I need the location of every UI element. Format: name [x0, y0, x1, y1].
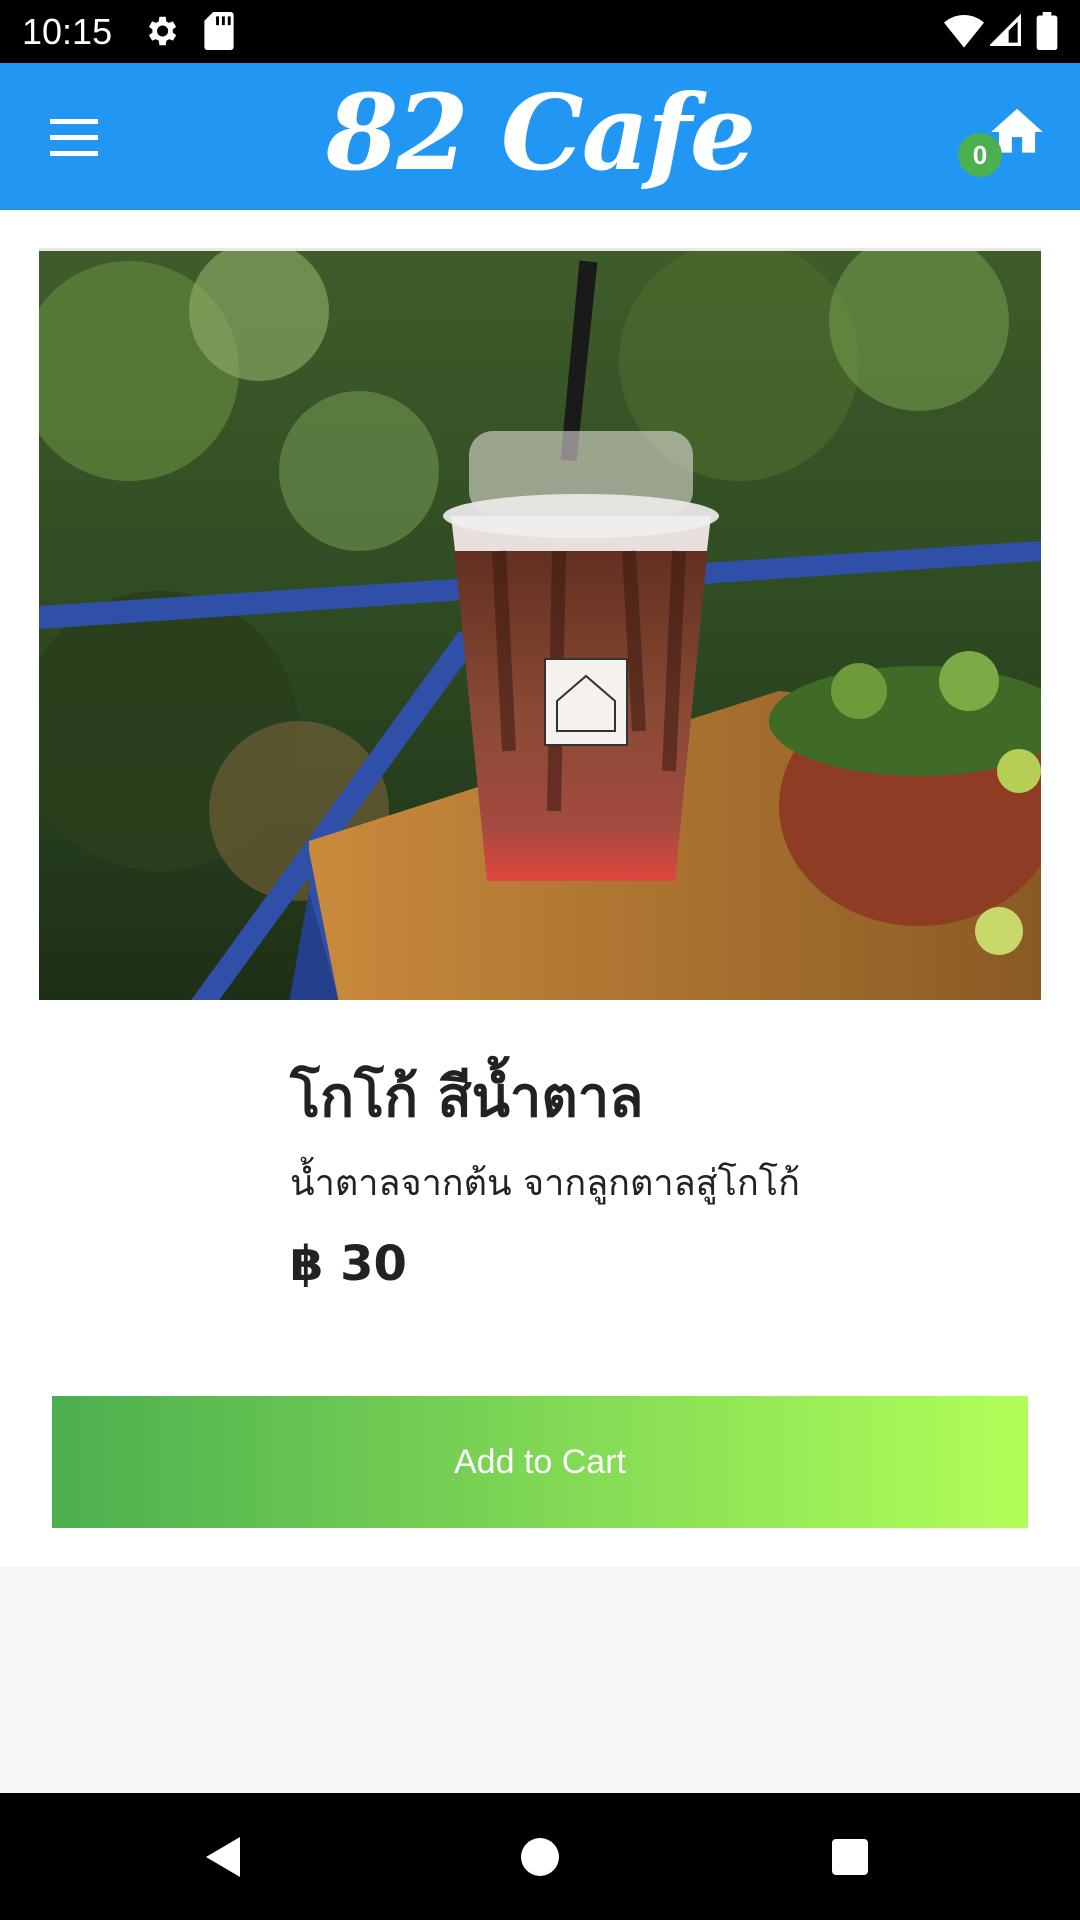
product-detail: โกโก้ สีน้ำตาล น้ำตาลจากต้น จากลูกตาลสู่…	[0, 210, 1080, 1567]
status-bar: 10:15	[0, 0, 1080, 63]
sd-card-icon	[204, 12, 234, 50]
recent-apps-icon[interactable]	[824, 1831, 876, 1883]
back-icon[interactable]	[200, 1831, 252, 1883]
brand-logo: 82 Cafe	[326, 71, 756, 194]
empty-footer-area	[0, 1567, 1080, 1793]
product-name: โกโก้ สีน้ำตาล	[290, 1065, 644, 1130]
hamburger-menu-icon[interactable]	[38, 113, 108, 163]
product-price: ฿ 30	[290, 1236, 407, 1292]
gear-icon	[148, 16, 177, 46]
battery-icon	[1036, 12, 1058, 50]
signal-icon	[990, 13, 1021, 46]
iced-cocoa-photo	[39, 251, 1041, 1000]
home-circle-icon[interactable]	[514, 1831, 566, 1883]
wifi-icon	[944, 15, 984, 48]
product-description: น้ำตาลจากต้น จากลูกตาลสู่โกโก้	[290, 1163, 800, 1204]
product-image	[39, 248, 1041, 1000]
add-to-cart-button[interactable]: Add to Cart	[52, 1396, 1028, 1528]
cart-count-badge: 0	[958, 133, 1002, 177]
app-bar: 82 Cafe 0	[0, 63, 1080, 210]
status-time: 10:15	[22, 11, 113, 52]
system-nav-bar	[0, 1793, 1080, 1920]
